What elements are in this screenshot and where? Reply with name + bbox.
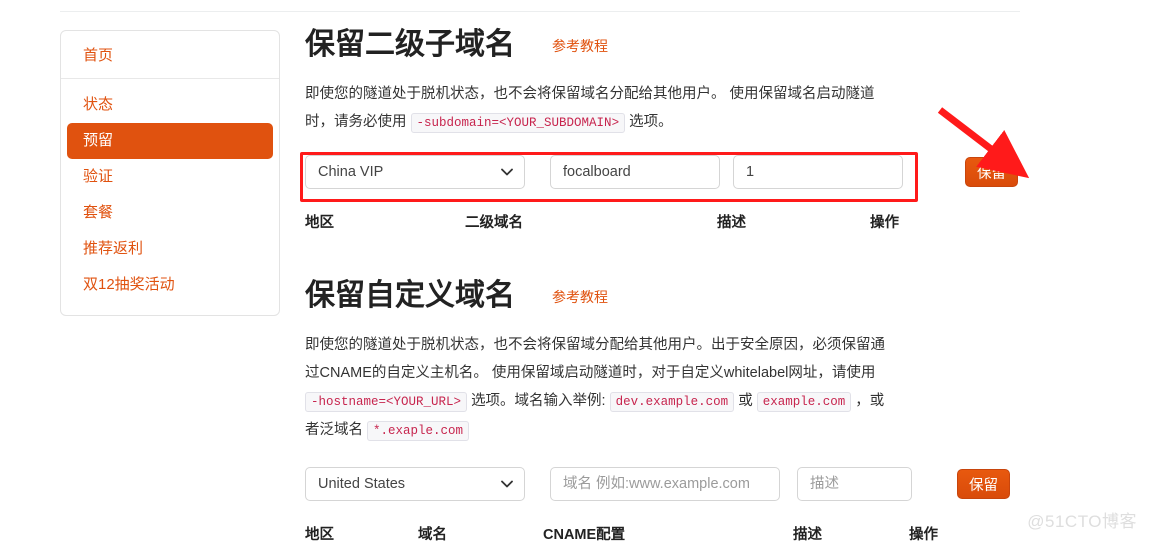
reserve-button-subdomain[interactable]: 保留 bbox=[965, 157, 1018, 187]
description-input-custom[interactable] bbox=[797, 467, 912, 501]
region-select-wrapper-custom: United States China VIP bbox=[305, 467, 525, 501]
watermark: @51CTO博客 bbox=[1027, 512, 1137, 531]
top-divider bbox=[60, 11, 1020, 12]
section-header-subdomain: 保留二级子域名 参考教程 bbox=[305, 26, 1025, 64]
desc-custom-part1: 即使您的隧道处于脱机状态，也不会将保留域分配给其他用户。出于安全原因，必须保留通… bbox=[305, 337, 885, 381]
custom-domain-input[interactable] bbox=[550, 467, 780, 501]
sidebar-item-status[interactable]: 状态 bbox=[61, 87, 279, 123]
sidebar-item-lottery[interactable]: 双12抽奖活动 bbox=[61, 267, 279, 303]
column-header-cname: CNAME配置 bbox=[543, 527, 626, 543]
region-select-custom[interactable]: United States China VIP bbox=[305, 467, 525, 501]
column-header-subdomain: 二级域名 bbox=[465, 215, 523, 231]
section-reserved-custom-domain: 保留自定义域名 参考教程 即使您的隧道处于脱机状态，也不会将保留域分配给其他用户… bbox=[305, 277, 1025, 547]
table-header-custom: 地区 域名 CNAME配置 描述 操作 bbox=[305, 523, 985, 547]
region-select-subdomain[interactable]: China VIP United States bbox=[305, 155, 525, 189]
sidebar: 首页 状态 预留 验证 套餐 推荐返利 双12抽奖活动 bbox=[60, 30, 280, 316]
page-title-custom: 保留自定义域名 bbox=[305, 279, 515, 312]
page-root: 首页 状态 预留 验证 套餐 推荐返利 双12抽奖活动 保留二级子域名 参考教程… bbox=[0, 0, 1149, 543]
subdomain-input[interactable] bbox=[550, 155, 720, 189]
code-chip-wildcard-example: *.exaple.com bbox=[367, 421, 470, 441]
reserve-custom-domain-form: United States China VIP 保留 bbox=[305, 467, 1025, 501]
desc-custom-part2: 选项。域名输入举例: bbox=[471, 393, 606, 409]
section-reserved-subdomain: 保留二级子域名 参考教程 即使您的隧道处于脱机状态，也不会将保留域名分配给其他用… bbox=[305, 26, 1025, 235]
page-title-subdomain: 保留二级子域名 bbox=[305, 28, 515, 61]
reserve-button-custom[interactable]: 保留 bbox=[957, 469, 1010, 499]
reserve-subdomain-form: China VIP United States 保留 bbox=[305, 155, 1025, 189]
section-header-custom: 保留自定义域名 参考教程 bbox=[305, 277, 1025, 315]
column-header-desc: 描述 bbox=[717, 215, 746, 231]
code-chip-subdomain-flag: -subdomain=<YOUR_SUBDOMAIN> bbox=[410, 113, 626, 133]
section-description-subdomain: 即使您的隧道处于脱机状态，也不会将保留域名分配给其他用户。 使用保留域名启动隧道… bbox=[305, 80, 885, 137]
column-header-region: 地区 bbox=[305, 215, 334, 231]
table-header-subdomain: 地区 二级域名 描述 操作 bbox=[305, 211, 905, 235]
desc-text-part2: 选项。 bbox=[629, 114, 673, 130]
sidebar-list: 状态 预留 验证 套餐 推荐返利 双12抽奖活动 bbox=[61, 79, 279, 315]
sidebar-item-home[interactable]: 首页 bbox=[83, 47, 113, 64]
code-chip-dev-example: dev.example.com bbox=[609, 392, 735, 412]
column-header-desc: 描述 bbox=[793, 527, 822, 543]
sidebar-item-reserve[interactable]: 预留 bbox=[67, 123, 273, 159]
column-header-domain: 域名 bbox=[418, 527, 447, 543]
sidebar-header: 首页 bbox=[61, 31, 279, 79]
main-content: 保留二级子域名 参考教程 即使您的隧道处于脱机状态，也不会将保留域名分配给其他用… bbox=[305, 26, 1025, 547]
tutorial-link-custom[interactable]: 参考教程 bbox=[552, 287, 608, 307]
sidebar-item-verify[interactable]: 验证 bbox=[61, 159, 279, 195]
sidebar-item-referral[interactable]: 推荐返利 bbox=[61, 231, 279, 267]
column-header-action: 操作 bbox=[909, 527, 938, 543]
desc-custom-part3: 或 bbox=[738, 393, 753, 409]
code-chip-hostname-flag: -hostname=<YOUR_URL> bbox=[305, 392, 468, 412]
code-chip-example: example.com bbox=[756, 392, 852, 412]
description-input-subdomain[interactable] bbox=[733, 155, 903, 189]
sidebar-item-plan[interactable]: 套餐 bbox=[61, 195, 279, 231]
region-select-wrapper-subdomain: China VIP United States bbox=[305, 155, 525, 189]
column-header-action: 操作 bbox=[870, 215, 899, 231]
tutorial-link-subdomain[interactable]: 参考教程 bbox=[552, 36, 608, 56]
column-header-region: 地区 bbox=[305, 527, 334, 543]
section-description-custom: 即使您的隧道处于脱机状态，也不会将保留域分配给其他用户。出于安全原因，必须保留通… bbox=[305, 331, 885, 445]
